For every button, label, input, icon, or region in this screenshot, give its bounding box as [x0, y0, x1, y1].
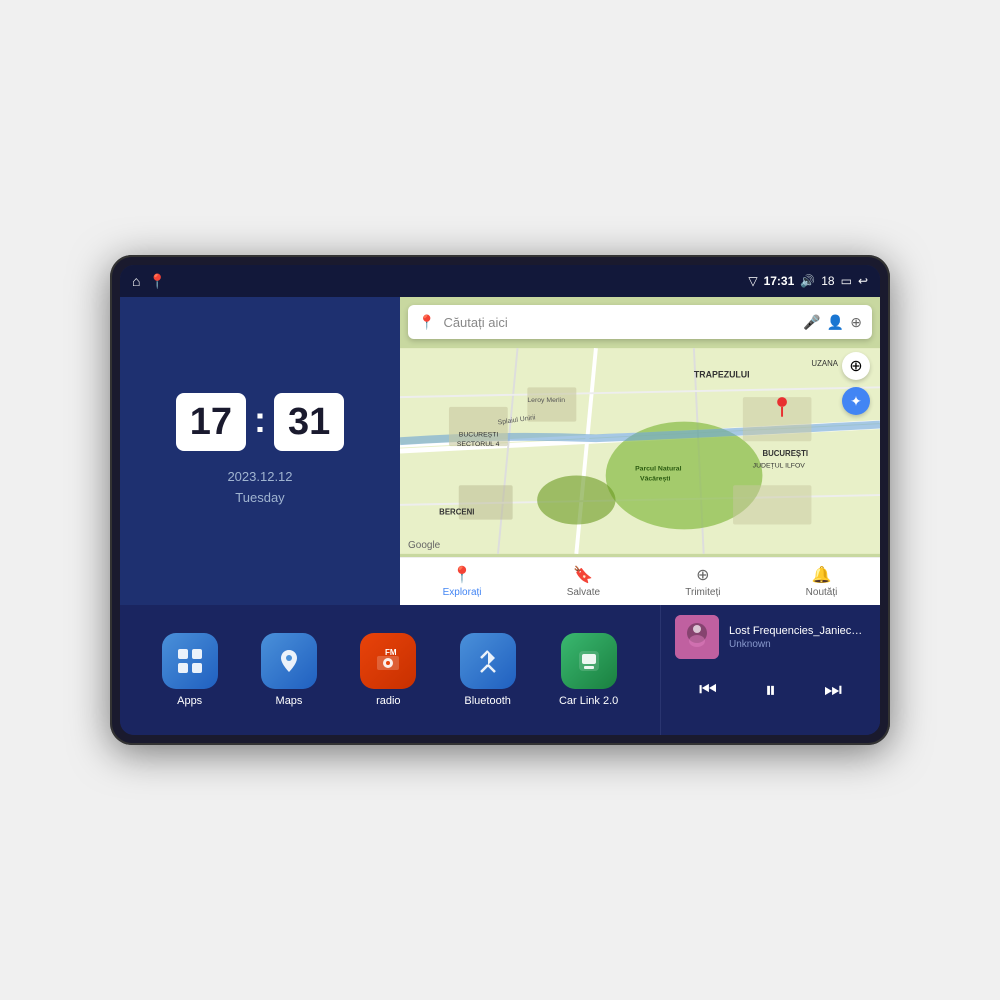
clock-panel: 17 : 31 2023.12.12 Tuesday [120, 297, 400, 605]
svg-text:BUCUREȘTI: BUCUREȘTI [459, 431, 499, 438]
map-pin-icon: 📍 [418, 314, 435, 331]
bottom-row: Apps Maps [120, 605, 880, 735]
svg-text:Văcărești: Văcărești [640, 475, 671, 482]
news-icon: 🔔 [812, 565, 832, 585]
app-item-bluetooth[interactable]: Bluetooth [460, 633, 516, 707]
map-tab-send[interactable]: ⊕ Trimiteți [685, 565, 720, 598]
status-bar: ⌂ 📍 ▽ 17:31 🔊 18 ▭ ↩ [120, 265, 880, 297]
carlink-icon [561, 633, 617, 689]
layers-icon[interactable]: ⊕ [850, 314, 862, 331]
maps-label: Maps [276, 695, 303, 707]
map-area[interactable]: TRAPEZULUI Parcul Natural Văcărești BUCU… [400, 345, 880, 557]
music-artist: Unknown [729, 639, 866, 650]
google-logo: Google [408, 540, 440, 551]
status-right: ▽ 17:31 🔊 18 ▭ ↩ [748, 274, 868, 288]
battery-level: 18 [821, 274, 834, 288]
car-display-unit: ⌂ 📍 ▽ 17:31 🔊 18 ▭ ↩ 17 : [110, 255, 890, 745]
main-content: 17 : 31 2023.12.12 Tuesday 📍 Căutați aic… [120, 297, 880, 735]
map-search-actions: 🎤 👤 ⊕ [803, 314, 862, 331]
map-svg: TRAPEZULUI Parcul Natural Văcărești BUCU… [400, 345, 880, 557]
next-button[interactable]: ⏭ [814, 675, 852, 706]
music-thumbnail [675, 615, 719, 659]
map-search-bar[interactable]: 📍 Căutați aici 🎤 👤 ⊕ [408, 305, 872, 339]
back-button[interactable]: ↩ [858, 274, 868, 288]
explore-icon: 📍 [452, 565, 472, 585]
clock-hours: 17 [176, 393, 246, 451]
send-icon: ⊕ [696, 565, 709, 585]
explore-label: Explorați [443, 587, 482, 598]
home-icon[interactable]: ⌂ [132, 273, 140, 289]
status-left: ⌂ 📍 [132, 273, 166, 290]
compass-button[interactable]: ⊕ [842, 352, 870, 380]
account-icon[interactable]: 👤 [827, 314, 844, 331]
app-item-apps[interactable]: Apps [162, 633, 218, 707]
svg-text:FM: FM [385, 648, 397, 657]
location-button[interactable]: ✦ [842, 387, 870, 415]
apps-icon [162, 633, 218, 689]
play-pause-button[interactable]: ⏸ [755, 673, 786, 707]
saved-label: Salvate [567, 587, 600, 598]
svg-text:UZANA: UZANA [811, 359, 838, 368]
map-bottom-bar: 📍 Explorați 🔖 Salvate ⊕ Trimiteți 🔔 [400, 557, 880, 605]
music-panel: Lost Frequencies_Janieck Devy-... Unknow… [660, 605, 880, 735]
radio-label: radio [376, 695, 400, 707]
music-text: Lost Frequencies_Janieck Devy-... Unknow… [729, 625, 866, 650]
volume-icon: 🔊 [800, 274, 815, 288]
bluetooth-icon [460, 633, 516, 689]
radio-icon: FM [360, 633, 416, 689]
clock-colon: : [254, 399, 266, 441]
app-item-maps[interactable]: Maps [261, 633, 317, 707]
svg-text:Leroy Merlin: Leroy Merlin [527, 397, 565, 404]
clock-display: 17 : 31 [176, 393, 345, 451]
music-controls: ⏮ ⏸ ⏭ [675, 673, 866, 707]
status-time: 17:31 [764, 274, 795, 288]
maps-status-icon[interactable]: 📍 [148, 273, 165, 290]
carlink-label: Car Link 2.0 [559, 695, 618, 707]
clock-minutes: 31 [274, 393, 344, 451]
svg-text:SECTORUL 4: SECTORUL 4 [457, 441, 500, 448]
battery-icon: ▭ [841, 274, 852, 288]
apps-row: Apps Maps [120, 605, 660, 735]
app-item-radio[interactable]: FM radio [360, 633, 416, 707]
clock-date: 2023.12.12 Tuesday [227, 467, 292, 509]
screen: ⌂ 📍 ▽ 17:31 🔊 18 ▭ ↩ 17 : [120, 265, 880, 735]
apps-label: Apps [177, 695, 202, 707]
svg-text:TRAPEZULUI: TRAPEZULUI [694, 370, 750, 380]
map-panel[interactable]: 📍 Căutați aici 🎤 👤 ⊕ [400, 297, 880, 605]
map-tab-explore[interactable]: 📍 Explorați [443, 565, 482, 598]
bluetooth-label: Bluetooth [464, 695, 510, 707]
signal-icon: ▽ [748, 274, 757, 288]
news-label: Noutăți [806, 587, 838, 598]
map-tab-saved[interactable]: 🔖 Salvate [567, 565, 600, 598]
top-row: 17 : 31 2023.12.12 Tuesday 📍 Căutați aic… [120, 297, 880, 605]
send-label: Trimiteți [685, 587, 720, 598]
music-title: Lost Frequencies_Janieck Devy-... [729, 625, 866, 637]
map-search-input[interactable]: Căutați aici [443, 315, 795, 330]
map-tab-news[interactable]: 🔔 Noutăți [806, 565, 838, 598]
music-info: Lost Frequencies_Janieck Devy-... Unknow… [675, 615, 866, 659]
maps-icon [261, 633, 317, 689]
svg-text:BUCUREȘTI: BUCUREȘTI [762, 449, 808, 458]
prev-button[interactable]: ⏮ [689, 675, 727, 706]
svg-text:BERCENI: BERCENI [439, 508, 474, 517]
svg-text:JUDEȚUL ILFOV: JUDEȚUL ILFOV [753, 463, 806, 470]
saved-icon: 🔖 [573, 565, 593, 585]
app-item-carlink[interactable]: Car Link 2.0 [559, 633, 618, 707]
voice-search-icon[interactable]: 🎤 [803, 314, 820, 331]
svg-text:Parcul Natural: Parcul Natural [635, 466, 682, 473]
